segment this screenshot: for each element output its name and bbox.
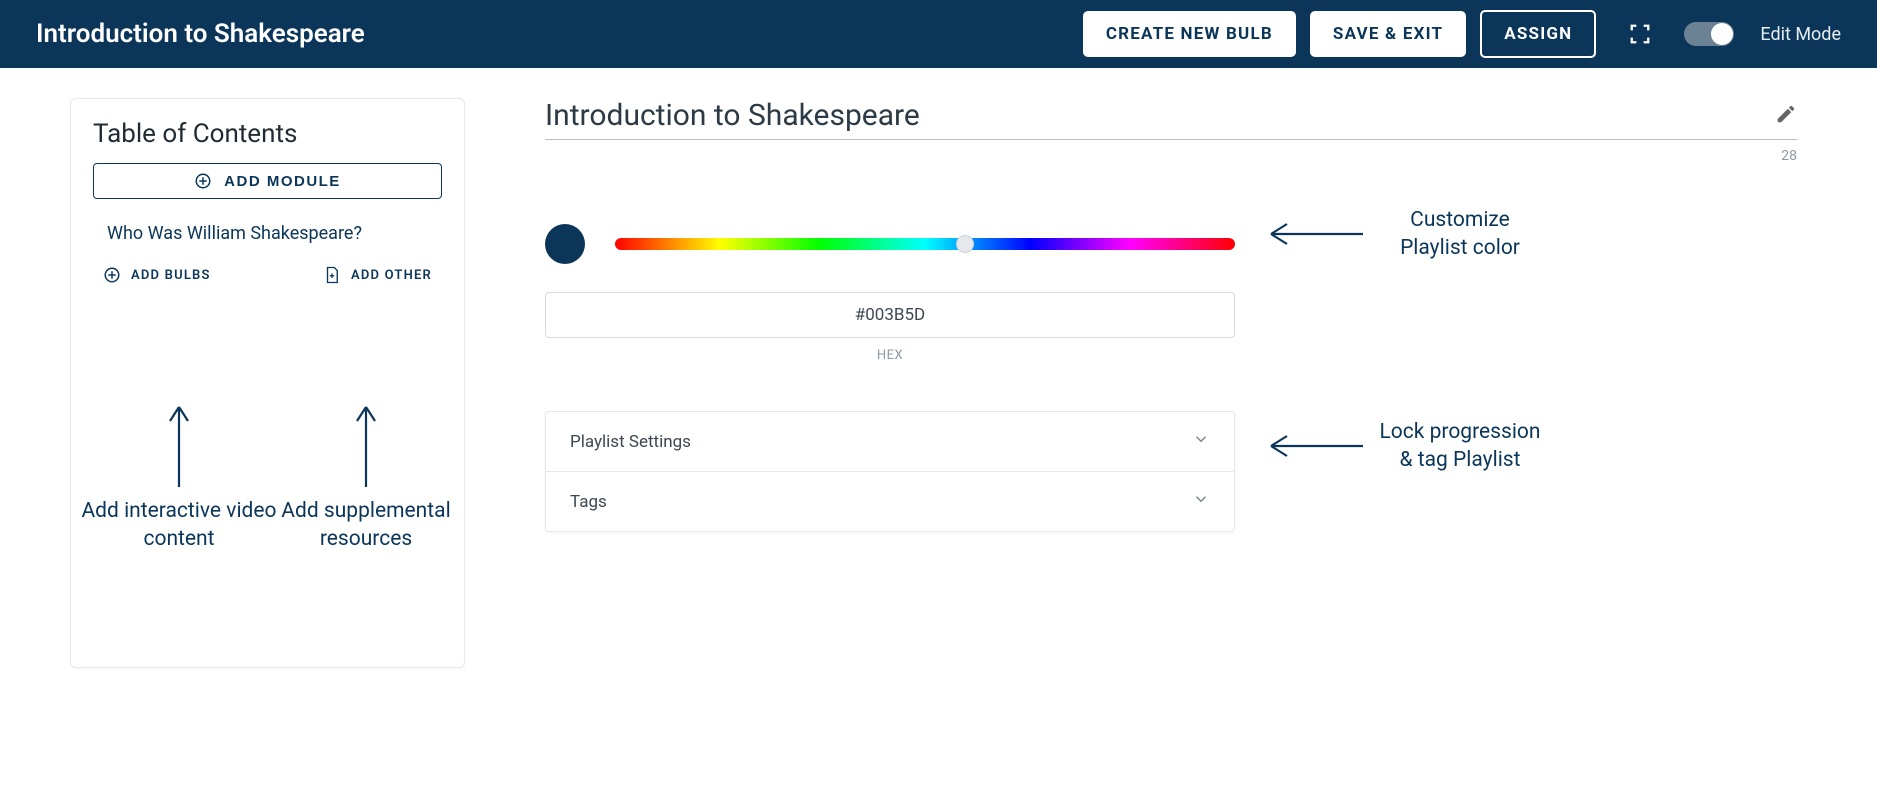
chevron-down-icon [1192, 490, 1210, 513]
table-of-contents-card: Table of Contents ADD MODULE Who Was Wil… [70, 98, 465, 668]
edit-mode-toggle[interactable] [1684, 22, 1734, 46]
header-actions: CREATE NEW BULB SAVE & EXIT ASSIGN Edit … [1083, 10, 1841, 58]
chevron-down-icon [1192, 430, 1210, 453]
playlist-title[interactable]: Introduction to Shakespeare [545, 98, 1775, 133]
arrow-up-icon [351, 399, 381, 489]
plus-circle-icon [103, 266, 121, 284]
module-item[interactable]: Who Was William Shakespeare? [107, 223, 442, 244]
fullscreen-icon[interactable] [1628, 22, 1652, 46]
add-bulbs-label: ADD BULBS [131, 268, 211, 283]
arrow-left-icon [1265, 219, 1365, 249]
add-other-label: ADD OTHER [351, 268, 432, 283]
page-title: Introduction to Shakespeare [36, 19, 1083, 49]
char-count: 28 [545, 148, 1797, 164]
toc-title: Table of Contents [93, 119, 442, 149]
settings-accordion: Playlist Settings Tags [545, 411, 1235, 532]
edit-title-icon[interactable] [1775, 103, 1797, 129]
app-header: Introduction to Shakespeare CREATE NEW B… [0, 0, 1877, 68]
hex-label: HEX [545, 348, 1235, 363]
playlist-settings-row[interactable]: Playlist Settings [546, 412, 1234, 471]
toggle-knob [1711, 23, 1733, 45]
hue-slider-handle[interactable] [956, 235, 974, 253]
add-module-button[interactable]: ADD MODULE [93, 163, 442, 199]
playlist-settings-label: Playlist Settings [570, 432, 691, 452]
annotation-color: Customize Playlist color [1265, 206, 1545, 263]
color-swatch[interactable] [545, 224, 585, 264]
add-module-label: ADD MODULE [224, 173, 341, 190]
tags-row[interactable]: Tags [546, 471, 1234, 531]
toc-actions: ADD BULBS ADD OTHER [93, 266, 442, 284]
arrow-up-icon [164, 399, 194, 489]
annotation-add-other: Add supplemental resources [281, 399, 451, 554]
create-new-bulb-button[interactable]: CREATE NEW BULB [1083, 11, 1296, 57]
tags-label: Tags [570, 492, 607, 512]
hex-input[interactable] [545, 292, 1235, 338]
add-bulbs-button[interactable]: ADD BULBS [103, 266, 211, 284]
hue-slider[interactable] [615, 238, 1235, 250]
file-plus-icon [323, 266, 341, 284]
main-panel: Introduction to Shakespeare 28 HEX Playl… [545, 98, 1797, 668]
content-area: Table of Contents ADD MODULE Who Was Wil… [0, 68, 1877, 698]
assign-button[interactable]: ASSIGN [1480, 10, 1596, 58]
annotation-settings: Lock progression & tag Playlist [1265, 418, 1545, 475]
save-exit-button[interactable]: SAVE & EXIT [1310, 11, 1466, 57]
annotation-add-bulbs: Add interactive video content [79, 399, 279, 554]
color-row [545, 224, 1797, 264]
plus-circle-icon [194, 172, 212, 190]
add-other-button[interactable]: ADD OTHER [323, 266, 432, 284]
title-row: Introduction to Shakespeare [545, 98, 1797, 140]
arrow-left-icon [1265, 431, 1365, 461]
edit-mode-label: Edit Mode [1760, 24, 1841, 45]
